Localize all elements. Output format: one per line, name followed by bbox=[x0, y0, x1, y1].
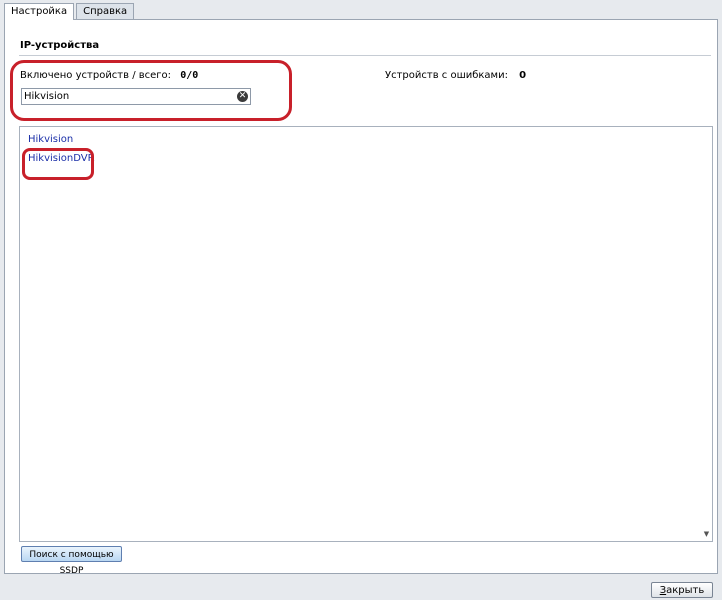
tab-bar: Настройка Справка bbox=[4, 3, 135, 20]
error-devices-label: Устройств с ошибками: bbox=[385, 70, 508, 81]
clear-filter-icon[interactable]: ✕ bbox=[237, 91, 248, 102]
filter-field: ✕ bbox=[21, 88, 251, 105]
close-label: акрыть bbox=[666, 585, 705, 596]
close-button[interactable]: Закрыть bbox=[651, 582, 713, 598]
section-divider bbox=[19, 55, 711, 56]
list-item[interactable]: HikvisionDVR bbox=[28, 153, 95, 164]
enabled-devices-value: 0/0 bbox=[180, 70, 199, 81]
section-title: IP-устройства bbox=[20, 40, 100, 51]
filter-input[interactable] bbox=[24, 89, 229, 104]
error-devices-value: 0 bbox=[519, 70, 527, 81]
tab-help[interactable]: Справка bbox=[76, 3, 135, 19]
tab-settings[interactable]: Настройка bbox=[4, 3, 75, 20]
window: Настройка Справка IP-устройства Включено… bbox=[0, 0, 722, 600]
error-devices-stat: Устройств с ошибками: 0 bbox=[385, 70, 526, 81]
settings-panel: IP-устройства Включено устройств / всего… bbox=[4, 19, 718, 576]
enabled-devices-stat: Включено устройств / всего: 0/0 bbox=[20, 70, 198, 81]
scroll-down-arrow-icon[interactable]: ▼ bbox=[702, 530, 711, 539]
enabled-devices-label: Включено устройств / всего: bbox=[20, 70, 172, 81]
device-list[interactable]: Hikvision HikvisionDVR ▼ bbox=[19, 126, 713, 542]
ssdp-search-button[interactable]: Поиск с помощью SSDP bbox=[21, 546, 122, 576]
list-item[interactable]: Hikvision bbox=[28, 134, 73, 145]
